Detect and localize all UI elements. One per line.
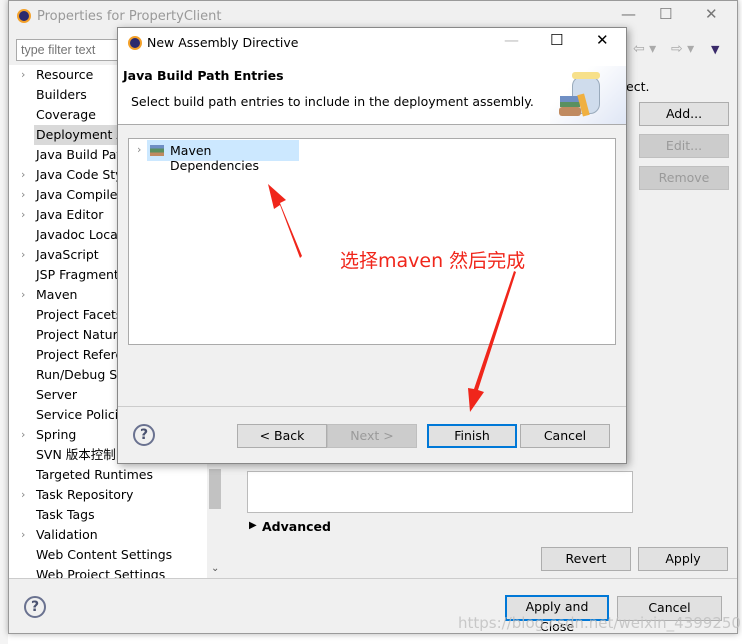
arrow-to-finish bbox=[468, 271, 516, 412]
annotation-text: 选择maven 然后完成 bbox=[340, 250, 526, 272]
annotation-arrows bbox=[268, 184, 516, 412]
watermark: https://blog.csdn.net/weixin_43992507 bbox=[458, 614, 742, 632]
arrow-to-maven bbox=[268, 184, 302, 258]
